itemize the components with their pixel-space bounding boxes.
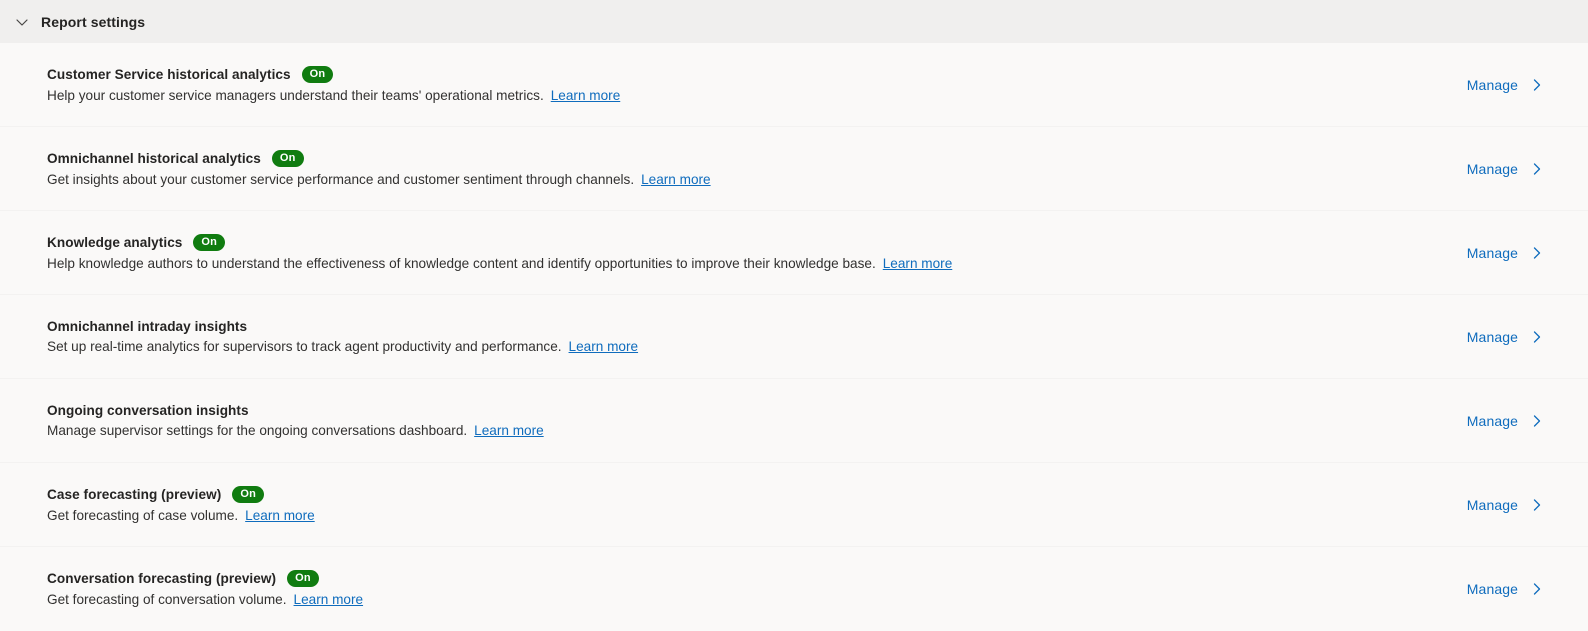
setting-description: Help your customer service managers unde…	[47, 86, 620, 105]
setting-title: Ongoing conversation insights	[47, 402, 249, 418]
setting-row-title-line: Knowledge analytics On	[47, 233, 952, 251]
chevron-right-icon	[1530, 580, 1544, 598]
chevron-right-icon	[1530, 328, 1544, 346]
setting-row-text: Omnichannel intraday insights Set up rea…	[47, 319, 638, 356]
learn-more-link[interactable]: Learn more	[551, 88, 621, 103]
status-badge: On	[301, 65, 334, 83]
setting-description-text: Get forecasting of case volume.	[47, 507, 239, 523]
page-title: Report settings	[41, 13, 146, 30]
setting-row-2: Omnichannel historical analytics On Get …	[0, 127, 1588, 211]
learn-more-link[interactable]: Learn more	[641, 172, 711, 187]
setting-row-title-line: Customer Service historical analytics On	[47, 65, 620, 83]
setting-title: Omnichannel historical analytics	[47, 150, 261, 166]
chevron-right-icon	[1530, 244, 1544, 262]
manage-label: Manage	[1466, 77, 1518, 93]
status-badge: On	[193, 233, 226, 251]
manage-label: Manage	[1466, 245, 1518, 261]
manage-button[interactable]: Manage	[1467, 328, 1544, 346]
learn-more-link[interactable]: Learn more	[245, 508, 315, 523]
manage-button[interactable]: Manage	[1467, 496, 1544, 514]
report-settings-section-header[interactable]: Report settings	[0, 0, 1588, 43]
learn-more-link[interactable]: Learn more	[294, 592, 364, 607]
status-badge: On	[287, 569, 319, 587]
setting-row-6: Case forecasting (preview) On Get foreca…	[0, 463, 1588, 547]
setting-row-text: Omnichannel historical analytics On Get …	[47, 149, 711, 189]
setting-title: Case forecasting (preview)	[47, 486, 222, 502]
setting-description: Help knowledge authors to understand the…	[47, 254, 952, 273]
learn-more-link[interactable]: Learn more	[474, 423, 544, 438]
learn-more-link[interactable]: Learn more	[569, 339, 639, 354]
setting-row-text: Knowledge analytics On Help knowledge au…	[47, 233, 952, 273]
setting-description-text: Manage supervisor settings for the ongoi…	[47, 422, 468, 438]
setting-row-title-line: Conversation forecasting (preview) On	[47, 569, 363, 587]
chevron-right-icon	[1530, 412, 1544, 430]
setting-title: Knowledge analytics	[47, 234, 183, 250]
setting-description: Get forecasting of conversation volume. L…	[47, 590, 363, 609]
setting-row-7: Conversation forecasting (preview) On Ge…	[0, 547, 1588, 631]
setting-row-5: Ongoing conversation insights Manage sup…	[0, 379, 1588, 463]
chevron-right-icon	[1530, 76, 1544, 94]
setting-row-title-line: Case forecasting (preview) On	[47, 485, 315, 503]
setting-description: Set up real-time analytics for superviso…	[47, 337, 638, 356]
setting-row-text: Ongoing conversation insights Manage sup…	[47, 403, 544, 440]
manage-button[interactable]: Manage	[1467, 244, 1544, 262]
setting-description: Get forecasting of case volume. Learn mor…	[47, 506, 315, 525]
setting-row-4: Omnichannel intraday insights Set up rea…	[0, 295, 1588, 379]
chevron-down-icon[interactable]	[8, 8, 36, 36]
setting-description: Manage supervisor settings for the ongoi…	[47, 421, 544, 440]
setting-row-title-line: Omnichannel intraday insights	[47, 319, 638, 334]
chevron-right-icon	[1530, 160, 1544, 178]
setting-description-text: Help knowledge authors to understand the…	[47, 255, 876, 271]
status-badge: On	[271, 149, 304, 167]
manage-label: Manage	[1466, 161, 1518, 177]
status-badge: On	[232, 485, 264, 503]
setting-title: Conversation forecasting (preview)	[47, 570, 277, 586]
setting-row-title-line: Ongoing conversation insights	[47, 403, 544, 418]
manage-button[interactable]: Manage	[1467, 76, 1544, 94]
chevron-right-icon	[1530, 496, 1544, 514]
setting-description-text: Get forecasting of conversation volume.	[47, 591, 287, 607]
setting-row-1: Customer Service historical analytics On…	[0, 43, 1588, 127]
manage-button[interactable]: Manage	[1467, 580, 1544, 598]
setting-title: Customer Service historical analytics	[47, 66, 291, 82]
manage-button[interactable]: Manage	[1467, 412, 1544, 430]
setting-row-title-line: Omnichannel historical analytics On	[47, 149, 711, 167]
learn-more-link[interactable]: Learn more	[883, 256, 953, 271]
manage-label: Manage	[1466, 497, 1518, 513]
setting-description-text: Get insights about your customer service…	[47, 171, 635, 187]
setting-row-3: Knowledge analytics On Help knowledge au…	[0, 211, 1588, 295]
report-settings-list: Customer Service historical analytics On…	[0, 43, 1588, 631]
manage-label: Manage	[1466, 329, 1518, 345]
setting-description-text: Help your customer service managers unde…	[47, 87, 544, 103]
manage-label: Manage	[1466, 413, 1518, 429]
setting-description: Get insights about your customer service…	[47, 170, 711, 189]
setting-row-text: Customer Service historical analytics On…	[47, 65, 620, 105]
manage-button[interactable]: Manage	[1467, 160, 1544, 178]
setting-row-text: Case forecasting (preview) On Get foreca…	[47, 485, 315, 525]
setting-row-text: Conversation forecasting (preview) On Ge…	[47, 569, 363, 609]
setting-title: Omnichannel intraday insights	[47, 318, 248, 334]
manage-label: Manage	[1466, 581, 1518, 597]
setting-description-text: Set up real-time analytics for superviso…	[47, 338, 562, 354]
